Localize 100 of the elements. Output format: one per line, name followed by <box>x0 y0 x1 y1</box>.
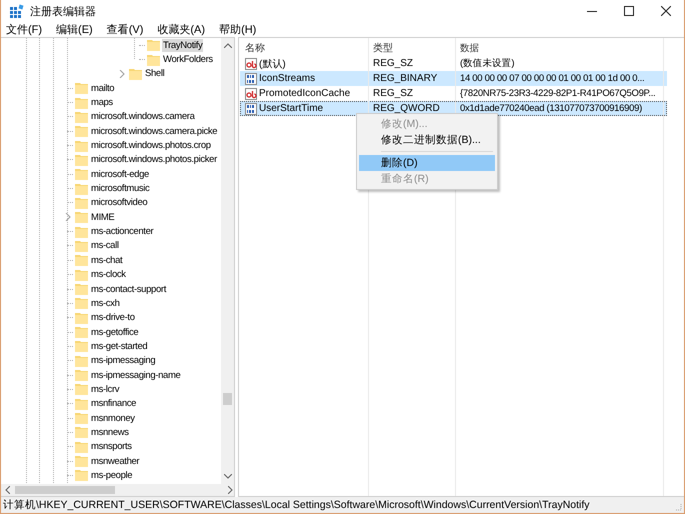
menu-item[interactable]: 收藏夹(A) <box>157 22 206 37</box>
binary-value-icon <box>245 102 257 114</box>
tree-item[interactable]: ms-people <box>90 468 134 482</box>
scroll-down-icon[interactable] <box>224 474 232 479</box>
tree-item[interactable]: microsoft.windows.camera.picke <box>90 124 218 138</box>
folder-icon <box>75 82 88 94</box>
tree-item[interactable]: mailto <box>90 82 116 95</box>
value-type: REG_BINARY <box>372 73 438 84</box>
folder-icon <box>75 168 88 180</box>
tree-item[interactable]: ms-actioncenter <box>90 225 154 238</box>
tree-item[interactable]: microsoft.windows.camera <box>90 110 196 124</box>
column-header[interactable]: 数据 <box>456 42 666 54</box>
folder-icon <box>75 426 88 438</box>
tree-item[interactable]: MIME <box>90 210 116 224</box>
folder-icon <box>75 312 88 324</box>
scroll-thumb[interactable] <box>15 486 115 494</box>
folder-icon <box>75 226 88 238</box>
menu-item[interactable]: 查看(V) <box>106 22 144 37</box>
folder-icon <box>75 154 88 166</box>
scroll-right-icon[interactable] <box>228 486 233 494</box>
value-data: 14 00 00 00 07 00 00 00 01 00 01 00 1d 00 0... <box>459 73 646 84</box>
tree-item[interactable]: ms-drive-to <box>90 311 136 324</box>
binary-value-icon <box>245 72 257 84</box>
scroll-left-icon[interactable] <box>5 486 10 494</box>
app-icon <box>10 4 24 18</box>
table-row[interactable]: UserStartTime REG_QWORD 0x1d1ade770240ead (131077073700916909) <box>240 101 667 116</box>
menu-item[interactable]: 编辑(E) <box>56 22 93 37</box>
tree-item[interactable]: ms-lcrv <box>90 382 120 396</box>
tree-item[interactable]: ms-contact-support <box>90 282 168 296</box>
menu-item[interactable]: 文件(F) <box>6 22 42 37</box>
value-name: IconStreams <box>259 73 316 84</box>
menu-item[interactable]: 修改二进制数据(B)... <box>359 132 495 148</box>
tree-item[interactable]: ms-ipmessaging-name <box>90 368 182 382</box>
tree-item[interactable]: ms-ipmessaging <box>90 354 156 368</box>
folder-icon <box>147 39 160 52</box>
folder-icon <box>75 469 88 482</box>
folder-icon <box>75 254 88 266</box>
tree-item[interactable]: microsoft.windows.photos.crop <box>90 139 212 152</box>
table-row[interactable]: (默认) REG_SZ (数值未设置) <box>240 56 667 71</box>
vertical-scrollbar[interactable] <box>221 38 234 484</box>
value-data: 0x1d1ade770240ead (131077073700916909) <box>459 103 643 114</box>
folder-icon <box>75 326 88 338</box>
folder-icon <box>75 455 88 468</box>
tree-item[interactable]: microsoftmusic <box>90 182 150 196</box>
maximize-icon[interactable] <box>624 6 634 16</box>
tree-item[interactable]: ms-chat <box>90 254 124 267</box>
folder-icon <box>75 182 88 195</box>
folder-icon <box>75 140 88 152</box>
tree-item[interactable]: msnmoney <box>90 412 136 425</box>
tree-item[interactable]: TrayNotify <box>162 38 204 52</box>
status-path: 计算机\HKEY_CURRENT_USER\SOFTWARE\Classes\Local Settings\Software\Microsoft\Windows\CurrentVersion\TrayNotify <box>3 498 590 512</box>
tree-item[interactable]: msnnews <box>90 426 130 439</box>
string-value-icon <box>245 58 257 70</box>
value-type: REG_QWORD <box>372 103 441 114</box>
tree-item[interactable]: msnweather <box>90 454 140 468</box>
folder-icon <box>75 398 88 410</box>
tree-item[interactable]: ms-get-started <box>90 340 148 353</box>
value-type: REG_SZ <box>372 58 414 69</box>
folder-icon <box>129 68 142 80</box>
column-header[interactable]: 类型 <box>369 41 456 55</box>
column-header[interactable]: 名称 <box>241 41 369 55</box>
tree-item[interactable]: msnsports <box>90 440 133 454</box>
tree-item[interactable]: WorkFolders <box>162 53 214 66</box>
table-row[interactable]: PromotedIconCache REG_SZ {7820NR75-23R3-4229-82P1-R41PO67Q5O9P... <box>240 86 667 101</box>
tree-item[interactable]: ms-clock <box>90 268 127 282</box>
scroll-up-icon[interactable] <box>224 43 232 48</box>
table-row[interactable]: IconStreams REG_BINARY 14 00 00 00 07 00 00 00 01 00 01 00 1d 00 0... <box>240 71 667 86</box>
folder-icon <box>75 412 88 424</box>
folder-icon <box>75 369 88 382</box>
value-name: (默认) <box>259 58 286 70</box>
value-data: {7820NR75-23R3-4229-82P1-R41PO67Q5O9P... <box>459 88 656 99</box>
folder-icon <box>75 240 88 252</box>
tree-item[interactable]: microsoft-edge <box>90 168 150 181</box>
tree-item[interactable]: ms-getoffice <box>90 326 140 339</box>
window-title: 注册表编辑器 <box>30 4 96 18</box>
tree-item[interactable]: Shell <box>144 67 166 80</box>
close-icon[interactable] <box>661 6 671 16</box>
menu-item[interactable]: 帮助(H) <box>219 22 256 37</box>
tree-item[interactable]: microsoftvideo <box>90 196 148 210</box>
tree-item[interactable]: microsoft.windows.photos.picker <box>90 153 218 166</box>
tree-item[interactable]: ms-cxh <box>90 296 121 310</box>
value-name: PromotedIconCache <box>259 88 350 99</box>
value-type: REG_SZ <box>372 88 414 99</box>
folder-icon <box>147 54 160 66</box>
folder-icon <box>75 196 88 209</box>
folder-icon <box>75 211 88 224</box>
scroll-thumb[interactable] <box>223 393 232 405</box>
folder-icon <box>75 297 88 310</box>
folder-icon <box>75 125 88 138</box>
folder-icon <box>75 383 88 396</box>
tree-item[interactable]: msnfinance <box>90 397 138 410</box>
tree-item[interactable]: maps <box>90 96 114 110</box>
string-value-icon <box>245 88 257 100</box>
folder-icon <box>75 340 88 352</box>
horizontal-scrollbar[interactable] <box>1 484 234 496</box>
folder-icon <box>75 354 88 367</box>
tree-item[interactable]: ms-call <box>90 239 120 252</box>
folder-icon <box>75 110 88 123</box>
resize-grip-icon[interactable] <box>674 503 682 511</box>
menu-item[interactable]: 删除(D) <box>359 155 495 171</box>
